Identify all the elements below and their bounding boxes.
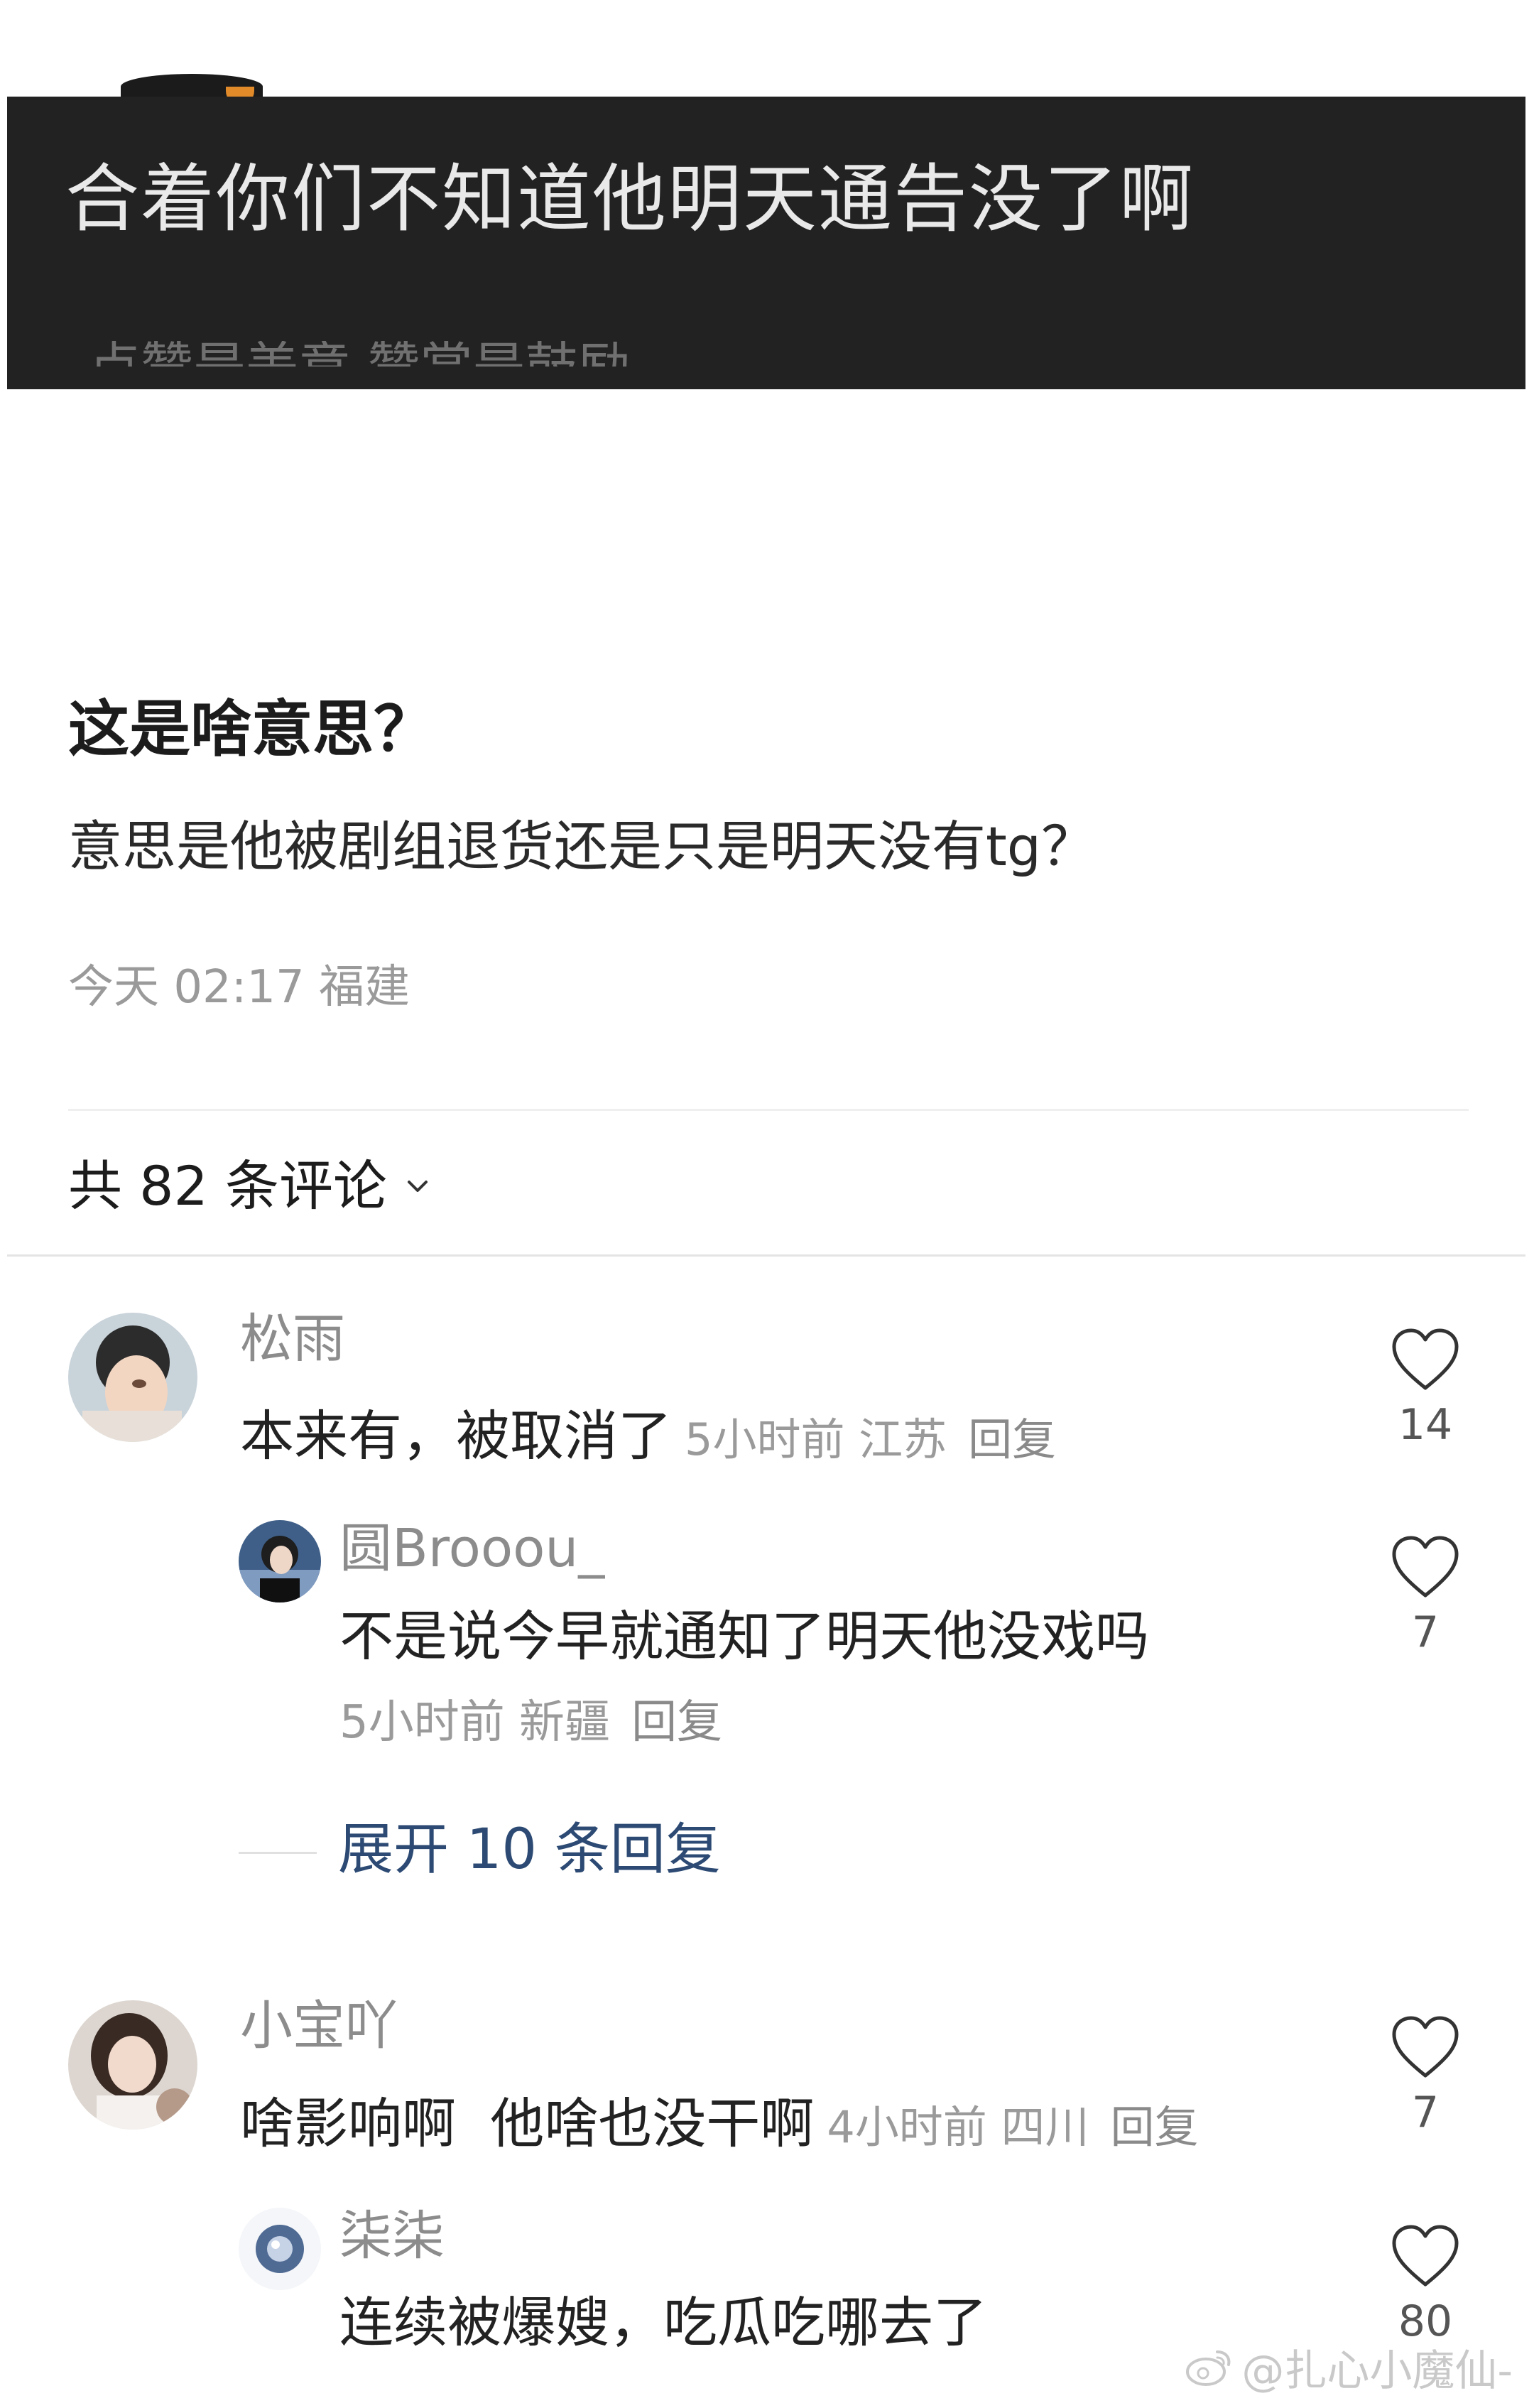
comment-time: 5小时前 江苏 — [685, 1414, 947, 1465]
post-title: 这是啥意思？ — [68, 694, 435, 765]
heart-icon — [1392, 1536, 1459, 1598]
comments-count-toggle[interactable]: 共 82 条评论 — [68, 1156, 430, 1216]
reply-author[interactable]: 柒柒 — [339, 2207, 445, 2265]
avatar[interactable] — [239, 1520, 321, 1602]
heart-icon — [1392, 2225, 1459, 2287]
reply-time: 5小时前 新疆 — [339, 1696, 611, 1749]
weibo-logo-icon — [1186, 2350, 1231, 2386]
like-button[interactable]: 80 — [1379, 2223, 1472, 2343]
watermark: @扎心小魔仙- — [1185, 2336, 1513, 2398]
like-button[interactable]: 7 — [1379, 2014, 1472, 2134]
comment-time: 4小时前 四川 — [827, 2101, 1089, 2153]
like-count: 7 — [1411, 2088, 1440, 2137]
post-body: 意思是他被剧组退货还是只是明天没有tg？ — [68, 815, 1096, 878]
avatar[interactable] — [239, 2208, 321, 2290]
like-count: 14 — [1398, 1400, 1453, 1450]
reply-text: 不是说今早就通知了明天他没戏吗 — [339, 1605, 1149, 1668]
reply-author[interactable]: 圆Brooou_ — [339, 1519, 604, 1578]
reply-button[interactable]: 回复 — [968, 1414, 1056, 1465]
expand-divider — [239, 1852, 317, 1854]
like-button[interactable]: 14 — [1379, 1327, 1472, 1446]
expand-replies-link[interactable]: 展开 10 条回复 — [338, 1819, 721, 1881]
heart-icon — [1392, 2016, 1459, 2078]
divider — [68, 1109, 1469, 1111]
reply-button[interactable]: 回复 — [1110, 2101, 1198, 2153]
comment-author[interactable]: 小宝吖 — [240, 1997, 398, 2055]
like-button[interactable]: 7 — [1379, 1534, 1472, 1654]
reply-text: 连续被爆嫂，吃瓜吃哪去了 — [339, 2291, 987, 2354]
divider — [7, 1254, 1525, 1257]
comments-count-label: 共 82 条评论 — [68, 1154, 388, 1217]
reply-button[interactable]: 回复 — [631, 1696, 722, 1749]
video-caption: 合着你们不知道他明天通告没了啊 — [65, 156, 1195, 242]
comment-body: 本来有，被取消了 — [240, 1404, 672, 1468]
watermark-text: @扎心小魔仙- — [1241, 2346, 1513, 2396]
avatar[interactable] — [68, 1313, 197, 1442]
chevron-down-icon — [408, 1180, 428, 1192]
comment-body: 啥影响啊 他啥也没干啊 — [240, 2092, 815, 2155]
avatar[interactable] — [68, 2000, 197, 2130]
comment-text: 啥影响啊 他啥也没干啊 4小时前 四川 回复 — [240, 2094, 1199, 2154]
like-count: 7 — [1411, 1607, 1440, 1657]
comment-text: 本来有，被取消了 5小时前 江苏 回复 — [240, 1406, 1056, 1466]
post-meta: 今天 02:17 福建 — [68, 961, 410, 1014]
heart-icon — [1392, 1328, 1459, 1390]
reply-meta: 5小时前 新疆 回复 — [339, 1698, 722, 1747]
comment-author[interactable]: 松雨 — [240, 1310, 345, 1368]
